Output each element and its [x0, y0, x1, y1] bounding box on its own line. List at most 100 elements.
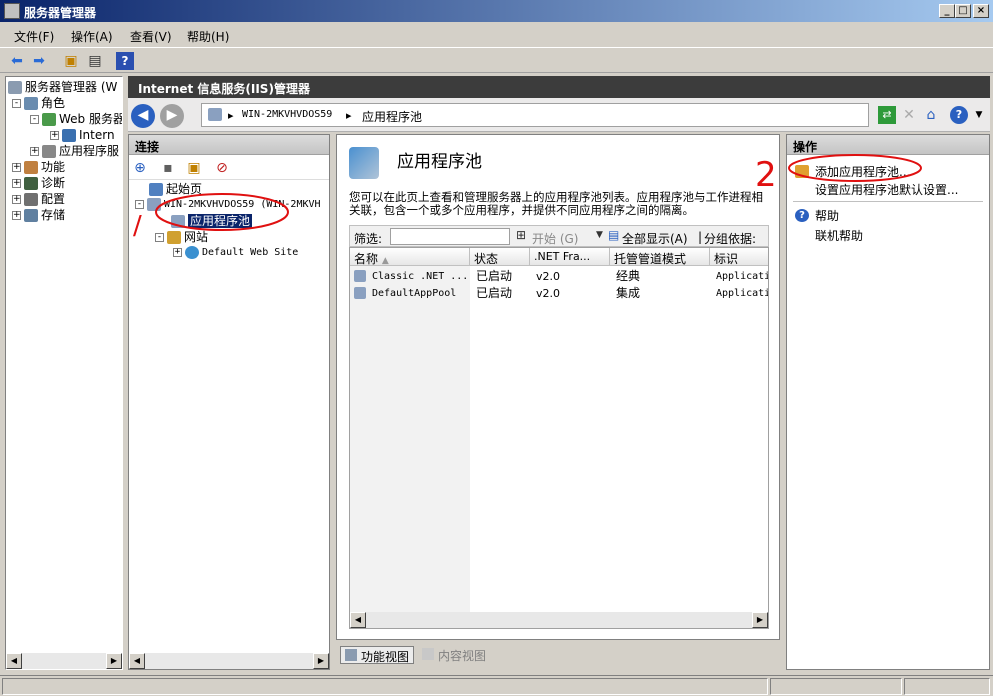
table-row[interactable]: DefaultAppPool 已启动 v2.0 集成 Applicati — [350, 285, 768, 302]
chevron-down-icon[interactable]: ▼ — [596, 230, 603, 240]
delete-connection-icon[interactable]: ⊘ — [213, 159, 231, 177]
window-title: 服务器管理器 — [24, 6, 97, 20]
tree-default-site[interactable]: + Default Web Site — [173, 245, 298, 261]
breadcrumb-apppools[interactable]: 应用程序池 — [362, 108, 422, 125]
tree-iis[interactable]: + Intern — [50, 127, 115, 143]
configuration-icon — [24, 193, 38, 206]
save-icon[interactable]: ▪ — [159, 159, 177, 177]
column-header-name[interactable]: 名称 ▲ — [350, 248, 470, 266]
features-icon — [24, 161, 38, 174]
menu-view[interactable]: 查看(V) — [130, 28, 172, 45]
page-description: 您可以在此页上查看和管理服务器上的应用程序池列表。应用程序池与工作进程相关联，包… — [349, 190, 763, 217]
scroll-left-button[interactable]: ◀ — [350, 612, 366, 628]
up-folder-icon[interactable]: ▣ — [62, 52, 80, 70]
app-pool-icon — [171, 215, 185, 228]
scroll-right-button[interactable]: ▶ — [106, 653, 122, 669]
tree-app-server[interactable]: + 应用程序服 — [30, 143, 119, 159]
column-header-net[interactable]: .NET Fra... — [530, 248, 610, 266]
server-icon — [8, 81, 22, 94]
content-view-tab[interactable]: 内容视图 — [418, 646, 490, 664]
tree-start-page[interactable]: 起始页 — [149, 181, 202, 197]
tree-roles[interactable]: - 角色 — [12, 95, 65, 111]
maximize-button[interactable]: □ — [955, 4, 971, 18]
diagnostics-icon — [24, 177, 38, 190]
nav-forward-button[interactable]: ▶ — [160, 104, 184, 128]
sites-folder-icon — [167, 231, 181, 244]
help-link[interactable]: 帮助 — [815, 207, 839, 224]
show-hide-tree-icon[interactable]: ▤ — [86, 52, 104, 70]
tree-features[interactable]: + 功能 — [12, 159, 65, 175]
group-by-label[interactable]: 分组依据: — [704, 230, 756, 247]
server-icon — [147, 197, 161, 211]
help-icon: ? — [795, 209, 809, 222]
nav-back-button[interactable]: ◀ — [131, 104, 155, 128]
help-icon[interactable]: ? — [950, 106, 968, 124]
tree-storage[interactable]: + 存储 — [12, 207, 65, 223]
back-arrow-icon[interactable]: ⬅ — [8, 52, 26, 70]
status-bar — [0, 675, 993, 696]
server-manager-icon — [4, 3, 20, 19]
forward-arrow-icon[interactable]: ➡ — [30, 52, 48, 70]
tree-configuration[interactable]: + 配置 — [12, 191, 65, 207]
status-pane — [904, 678, 990, 695]
scroll-right-button[interactable]: ▶ — [752, 612, 768, 628]
iis-navbar: ◀ ▶ ▸ WIN-2MKVHVDOS59 ▸ 应用程序池 ⇄ ✕ ⌂ ? ▼ — [128, 98, 990, 132]
address-bar[interactable]: ▸ WIN-2MKVHVDOS59 ▸ 应用程序池 — [201, 103, 869, 127]
home-icon[interactable]: ⌂ — [922, 106, 940, 124]
menu-action[interactable]: 操作(A) — [71, 28, 113, 45]
server-icon — [208, 108, 222, 121]
up-level-icon[interactable]: ▣ — [185, 159, 203, 177]
table-row[interactable]: Classic .NET ... 已启动 v2.0 经典 Applicati — [350, 268, 768, 285]
column-header-identity[interactable]: 标识 — [710, 248, 768, 266]
tree-root[interactable]: 服务器管理器 (W — [8, 79, 117, 95]
sorted-column-bg — [350, 266, 470, 612]
app-pool-icon — [354, 270, 366, 282]
stop-icon[interactable]: ✕ — [900, 106, 918, 124]
menu-help[interactable]: 帮助(H) — [187, 28, 229, 45]
filter-input[interactable] — [390, 228, 510, 245]
app-pools-grid: 名称 ▲ 状态 .NET Fra... 托管管道模式 标识 Classic .N… — [349, 247, 769, 629]
tree-app-pools[interactable]: 应用程序池 — [171, 213, 253, 229]
show-all-button[interactable]: 全部显示(A) — [622, 230, 688, 247]
set-defaults-link[interactable]: 设置应用程序池默认设置... — [815, 181, 958, 198]
show-all-icon: ▤ — [608, 228, 620, 242]
column-header-status[interactable]: 状态 — [470, 248, 530, 266]
add-app-pool-icon — [795, 165, 809, 178]
grid-hscrollbar[interactable]: ◀ ▶ — [350, 612, 768, 628]
divider — [793, 201, 983, 202]
minimize-button[interactable]: _ — [939, 4, 955, 18]
refresh-icon[interactable]: ⇄ — [878, 106, 896, 124]
tree-hscrollbar[interactable]: ◀ ▶ — [6, 653, 122, 669]
close-button[interactable]: × — [973, 4, 989, 18]
roles-icon — [24, 97, 38, 110]
scroll-right-button[interactable]: ▶ — [313, 653, 329, 669]
connections-panel: 连接 ⊕ ▪ ▣ ⊘ 起始页 - WIN-2MKVHVDOS59 (WIN-2MK… — [128, 134, 330, 670]
breadcrumb-server[interactable]: WIN-2MKVHVDOS59 — [242, 109, 332, 120]
iis-title: Internet 信息服务(IIS)管理器 — [138, 82, 310, 96]
create-connection-icon[interactable]: ⊕ — [131, 159, 149, 177]
features-view-icon — [345, 649, 357, 661]
column-header-pipeline[interactable]: 托管管道模式 — [610, 248, 710, 266]
scroll-left-button[interactable]: ◀ — [6, 653, 22, 669]
storage-icon — [24, 209, 38, 222]
menu-file[interactable]: 文件(F) — [14, 28, 54, 45]
filter-bar: 筛选: ⊞ 开始 (G) ▼ ▤ 全部显示(A) | 分组依据: — [349, 225, 769, 247]
find-icon: ⊞ — [516, 228, 527, 242]
features-view-tab[interactable]: 功能视图 — [340, 646, 415, 664]
actions-title: 操作 — [787, 135, 989, 155]
view-tabs: 功能视图 内容视图 — [336, 644, 780, 666]
window-titlebar: 服务器管理器 _ □ × — [0, 0, 993, 22]
tree-diagnostics[interactable]: + 诊断 — [12, 175, 65, 191]
tree-server[interactable]: - WIN-2MKVHVDOS59 (WIN-2MKVH — [135, 197, 321, 213]
chevron-down-icon[interactable]: ▼ — [970, 106, 988, 124]
connections-hscrollbar[interactable]: ◀ ▶ — [129, 653, 329, 669]
breadcrumb-sep-icon: ▸ — [228, 109, 234, 122]
tree-sites[interactable]: - 网站 — [155, 229, 208, 245]
scroll-left-button[interactable]: ◀ — [129, 653, 145, 669]
online-help-link[interactable]: 联机帮助 — [815, 227, 863, 244]
help-icon[interactable]: ? — [116, 52, 134, 70]
server-manager-tree: 服务器管理器 (W - 角色 - Web 服务器 + Intern + 应用程序服 + 功… — [5, 76, 123, 670]
add-app-pool-link[interactable]: 添加应用程序池... — [815, 163, 910, 180]
tree-web-server[interactable]: - Web 服务器 — [30, 111, 122, 127]
filter-start-button[interactable]: 开始 (G) — [532, 230, 578, 247]
